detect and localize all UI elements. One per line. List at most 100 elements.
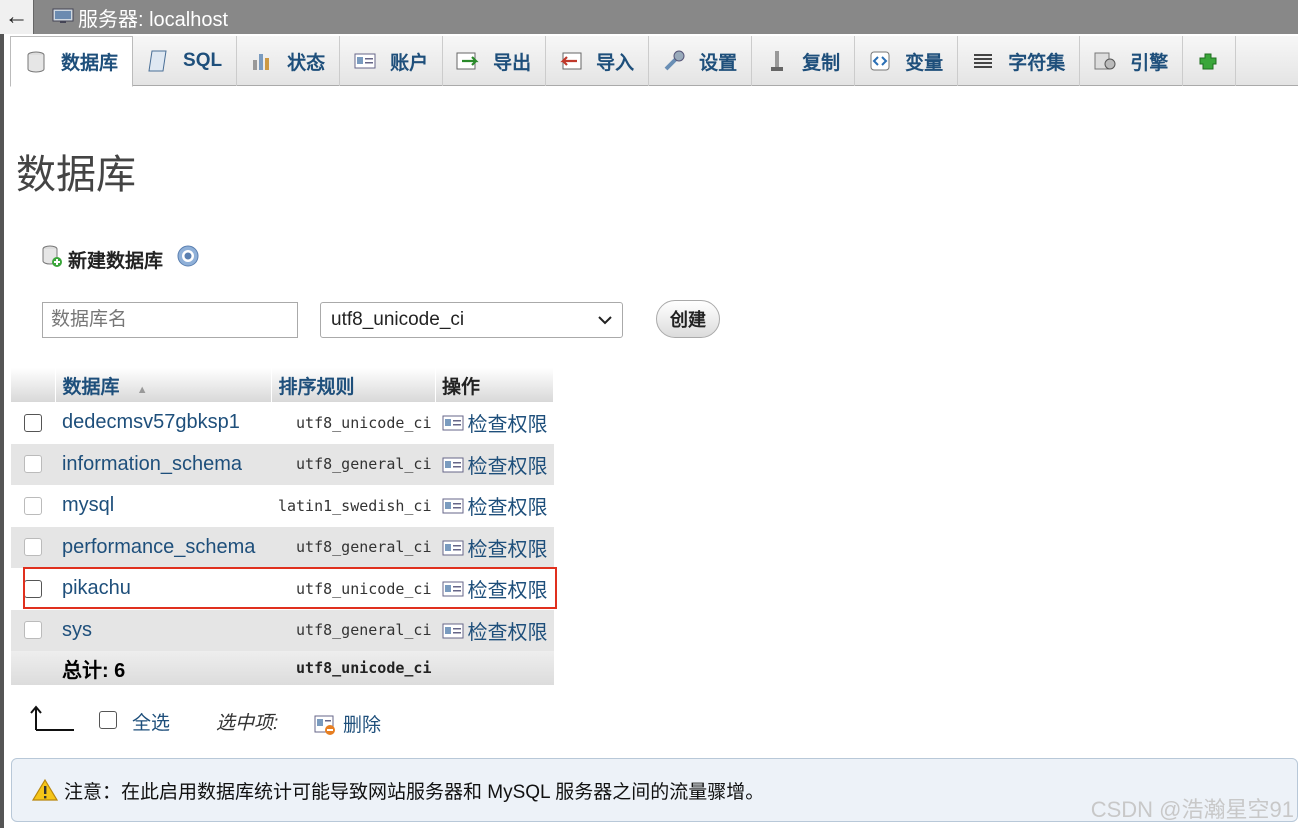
tab-sql[interactable]: SQL [133, 36, 238, 86]
database-collation: utf8_unicode_ci [271, 568, 436, 610]
tab-databases[interactable]: 数据库 [10, 36, 134, 87]
database-name-link[interactable]: mysql [55, 485, 272, 527]
import-icon [558, 48, 584, 74]
new-database-heading: 新建数据库 [40, 244, 199, 274]
warning-icon [32, 778, 58, 802]
row-checkbox[interactable] [24, 579, 43, 598]
settings-icon [661, 48, 687, 74]
check-privileges-link[interactable]: 检查权限 [435, 609, 554, 651]
footer-empty-cell [435, 651, 554, 685]
privileges-icon [442, 622, 464, 645]
tab-label: 引擎 [1130, 52, 1169, 74]
server-label[interactable]: 服务器: localhost [78, 3, 228, 32]
footer-empty-cell [11, 651, 56, 685]
row-checkbox-cell [11, 609, 56, 651]
action-label: 检查权限 [467, 621, 548, 644]
help-icon[interactable] [177, 245, 199, 273]
tab-label: 数据库 [61, 53, 119, 74]
tab-variables[interactable]: 变量 [855, 36, 959, 86]
chevron-down-icon [596, 311, 614, 335]
header-database-label: 数据库 [62, 376, 120, 398]
tab-label: 状态 [287, 52, 326, 74]
replication-icon [764, 48, 790, 74]
database-icon [23, 49, 49, 75]
database-name-link[interactable]: pikachu [55, 568, 272, 610]
row-checkbox[interactable] [24, 538, 43, 557]
database-collation: utf8_general_ci [271, 443, 436, 485]
action-label: 检查权限 [467, 497, 548, 520]
new-database-icon [40, 244, 64, 274]
row-checkbox[interactable] [24, 496, 43, 515]
check-privileges-link[interactable]: 检查权限 [435, 402, 554, 444]
tab-label: SQL [183, 50, 223, 71]
database-collation: utf8_general_ci [271, 526, 436, 568]
footer-collation: utf8_unicode_ci [271, 651, 436, 685]
tab-export[interactable]: 导出 [443, 36, 547, 86]
tab-settings[interactable]: 设置 [649, 36, 753, 86]
database-name-link[interactable]: information_schema [55, 443, 272, 485]
tab-plugins[interactable] [1183, 36, 1237, 86]
plugins-icon [1195, 48, 1221, 74]
row-checkbox[interactable] [24, 621, 43, 640]
main-tabs: 数据库 SQL 状态 账户 导出 导入 设置 复制 变量 字符集 引擎 [10, 36, 1298, 87]
tab-label: 导入 [596, 52, 635, 74]
tab-charsets[interactable]: 字符集 [958, 36, 1081, 86]
tab-label: 导出 [493, 52, 532, 74]
total-count: 总计: 6 [55, 651, 272, 685]
tab-accounts[interactable]: 账户 [340, 36, 444, 86]
database-collation: utf8_unicode_ci [271, 402, 436, 444]
back-arrow-button[interactable]: ← [0, 0, 34, 34]
action-label: 检查权限 [467, 580, 548, 603]
create-database-button[interactable]: 创建 [656, 300, 720, 338]
header-collation[interactable]: 排序规则 [271, 368, 436, 402]
row-checkbox-cell [11, 485, 56, 527]
delete-icon[interactable] [314, 714, 336, 741]
check-privileges-link[interactable]: 检查权限 [435, 568, 554, 610]
privileges-icon [442, 539, 464, 562]
row-checkbox[interactable] [24, 413, 43, 432]
table-row: mysql latin1_swedish_ci 检查权限 [11, 485, 554, 527]
database-name-input[interactable] [42, 302, 298, 338]
tab-import[interactable]: 导入 [546, 36, 650, 86]
select-all-checkbox[interactable] [99, 711, 117, 729]
row-checkbox[interactable] [24, 455, 43, 474]
tab-replication[interactable]: 复制 [752, 36, 856, 86]
header-action: 操作 [435, 368, 554, 402]
export-icon [455, 48, 481, 74]
database-name-link[interactable]: dedecmsv57gbksp1 [55, 402, 272, 444]
header-checkbox-col [11, 368, 57, 402]
database-name-link[interactable]: sys [55, 609, 272, 651]
table-row: sys utf8_general_ci 检查权限 [11, 609, 554, 651]
select-all-label[interactable]: 全选 [132, 708, 170, 735]
tab-engines[interactable]: 引擎 [1080, 36, 1184, 86]
action-label: 检查权限 [467, 538, 548, 561]
row-checkbox-cell [11, 568, 56, 610]
check-privileges-link[interactable]: 检查权限 [435, 526, 554, 568]
action-label: 检查权限 [467, 414, 548, 437]
tab-label: 复制 [802, 52, 841, 74]
sql-icon [145, 48, 171, 74]
check-privileges-link[interactable]: 检查权限 [435, 485, 554, 527]
charset-icon [970, 48, 996, 74]
database-collation: latin1_swedish_ci [271, 485, 436, 527]
watermark-text: CSDN @浩瀚星空91 [1090, 797, 1294, 822]
delete-button[interactable]: 删除 [343, 710, 381, 737]
page-title: 数据库 [16, 153, 136, 197]
check-privileges-link[interactable]: 检查权限 [435, 443, 554, 485]
left-edge-strip [0, 34, 4, 828]
databases-table: 数据库 ▲ 排序规则 操作 dedecmsv57gbksp1 utf8_unic… [11, 368, 554, 685]
tab-label: 账户 [390, 52, 429, 74]
table-footer-row: 总计: 6 utf8_unicode_ci [11, 651, 554, 685]
arrow-up-left-icon [28, 704, 76, 739]
collation-select[interactable]: utf8_unicode_ci [320, 302, 623, 338]
sort-ascending-icon: ▲ [136, 383, 148, 396]
tab-status[interactable]: 状态 [237, 36, 341, 86]
variables-icon [867, 48, 893, 74]
tab-label: 字符集 [1008, 52, 1066, 74]
header-database[interactable]: 数据库 ▲ [55, 368, 273, 402]
database-name-link[interactable]: performance_schema [55, 526, 272, 568]
privileges-icon [442, 497, 464, 520]
table-row: pikachu utf8_unicode_ci 检查权限 [11, 568, 554, 610]
server-icon [52, 6, 74, 29]
privileges-icon [442, 580, 464, 603]
